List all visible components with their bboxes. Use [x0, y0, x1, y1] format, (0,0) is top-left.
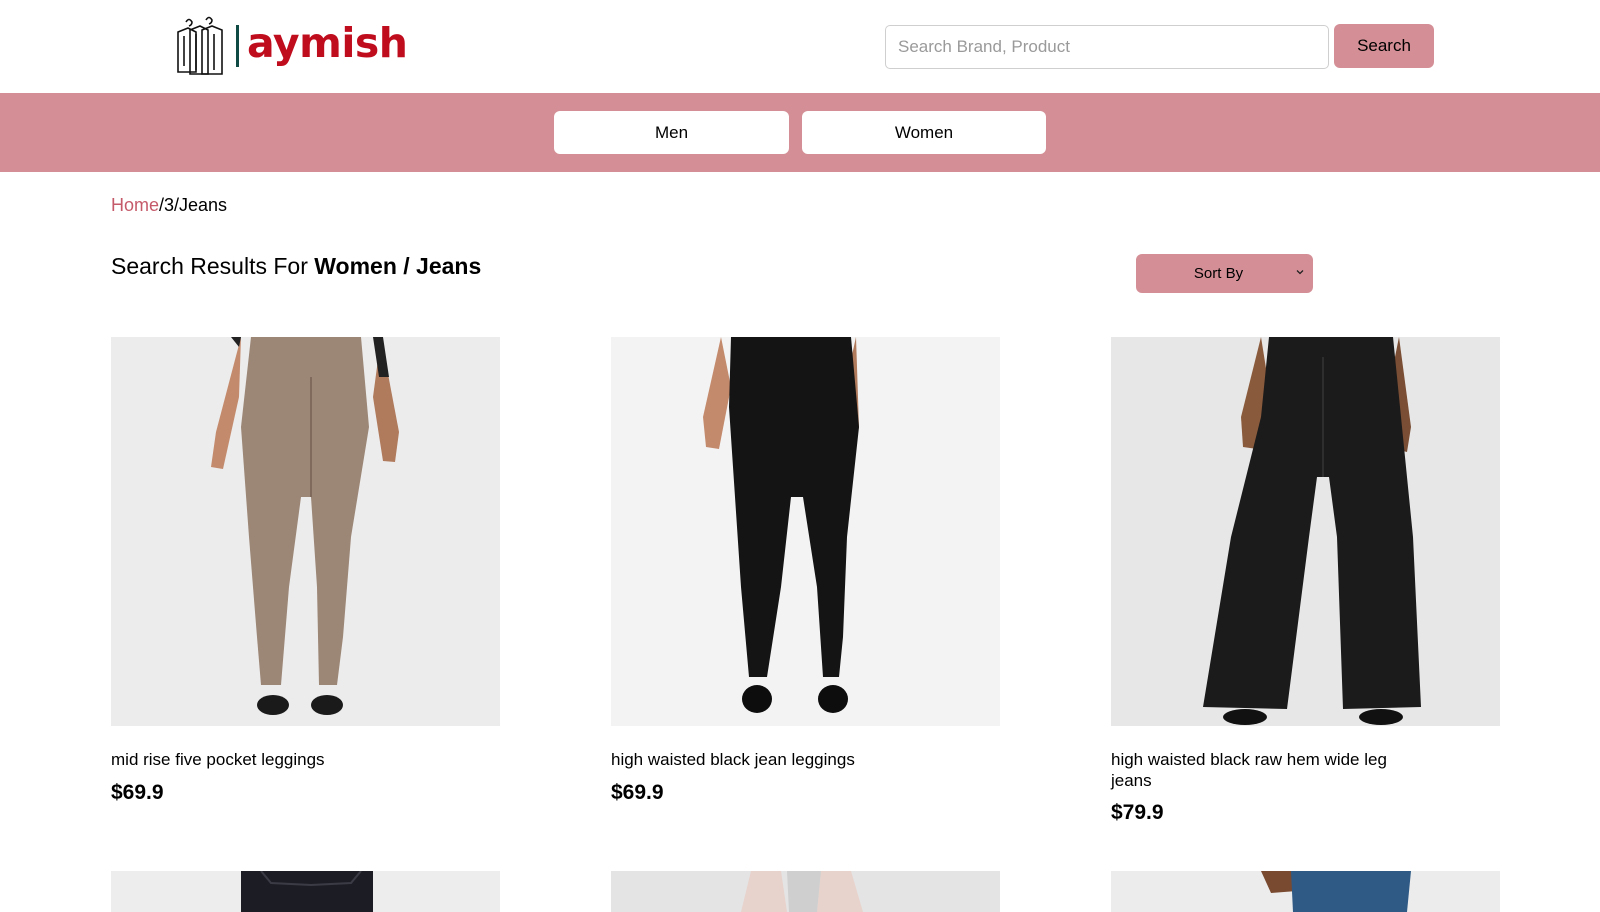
pink-jacket-image [611, 871, 1000, 912]
clothes-rack-icon [177, 16, 223, 75]
product-price: $79.9 [1111, 801, 1164, 824]
product-name[interactable]: high waisted black raw hem wide leg jean… [1111, 749, 1411, 791]
results-heading: Search Results For Women / Jeans [111, 253, 481, 280]
product-image[interactable] [1111, 871, 1500, 912]
results-prefix: Search Results For [111, 253, 315, 279]
taupe-leggings-image [111, 337, 500, 726]
black-leggings-image [611, 337, 1000, 726]
product-image[interactable] [111, 337, 500, 726]
product-price: $69.9 [111, 781, 164, 804]
search-input[interactable] [885, 25, 1329, 69]
product-image[interactable] [1111, 337, 1500, 726]
brand-logo[interactable]: aymish [174, 15, 408, 77]
product-image[interactable] [611, 337, 1000, 726]
category-men-button[interactable]: Men [554, 111, 789, 154]
sort-by-label: Sort By [1193, 265, 1244, 282]
product-name[interactable]: mid rise five pocket leggings [111, 749, 411, 770]
blue-denim-image [1111, 871, 1500, 912]
breadcrumb: Home/3/Jeans [111, 195, 227, 216]
product-image[interactable] [611, 871, 1000, 912]
product-name[interactable]: high waisted black jean leggings [611, 749, 911, 770]
results-query: Women / Jeans [314, 253, 482, 279]
category-nav: Men Women [0, 93, 1600, 172]
logo-divider [236, 25, 239, 67]
wide-leg-jeans-image [1111, 337, 1500, 726]
sort-by-select[interactable]: Sort By [1136, 254, 1313, 293]
product-price: $69.9 [611, 781, 664, 804]
category-women-button[interactable]: Women [802, 111, 1046, 154]
brand-name: aymish [247, 18, 408, 67]
product-image[interactable] [111, 871, 500, 912]
breadcrumb-home-link[interactable]: Home [111, 195, 159, 215]
dark-denim-image [111, 871, 500, 912]
site-header: aymish Search [0, 0, 1600, 93]
search-button[interactable]: Search [1334, 24, 1434, 68]
breadcrumb-path: /3/Jeans [159, 195, 228, 215]
chevron-down-icon [1296, 270, 1304, 275]
